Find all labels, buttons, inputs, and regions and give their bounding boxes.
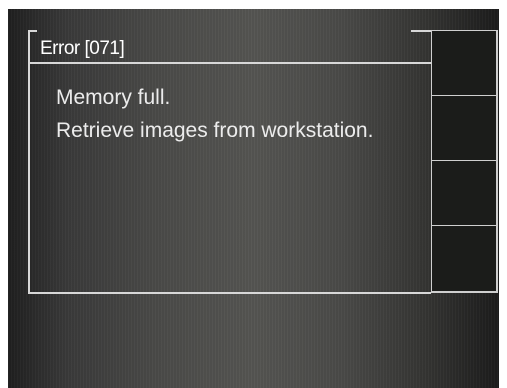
softkey-3[interactable] bbox=[431, 160, 498, 226]
dialog-title: Error [071] bbox=[40, 38, 125, 59]
softkey-column bbox=[431, 30, 498, 294]
softkey-4-label bbox=[432, 226, 496, 250]
dialog-top-border-right bbox=[411, 30, 433, 32]
softkey-2[interactable] bbox=[431, 95, 498, 161]
softkey-4[interactable] bbox=[431, 225, 498, 293]
softkey-1-label bbox=[432, 31, 496, 55]
dialog-top-border-left bbox=[28, 30, 37, 32]
softkey-1[interactable] bbox=[431, 30, 498, 96]
device-screen: Error [071] Memory full. Retrieve images… bbox=[8, 9, 499, 388]
error-message-line-1: Memory full. bbox=[56, 86, 171, 109]
error-message-line-2: Retrieve images from workstation. bbox=[56, 119, 374, 142]
softkey-3-label bbox=[432, 161, 496, 185]
error-dialog: Error [071] Memory full. Retrieve images… bbox=[28, 30, 433, 294]
title-divider bbox=[30, 62, 431, 64]
softkey-2-label bbox=[432, 96, 496, 120]
